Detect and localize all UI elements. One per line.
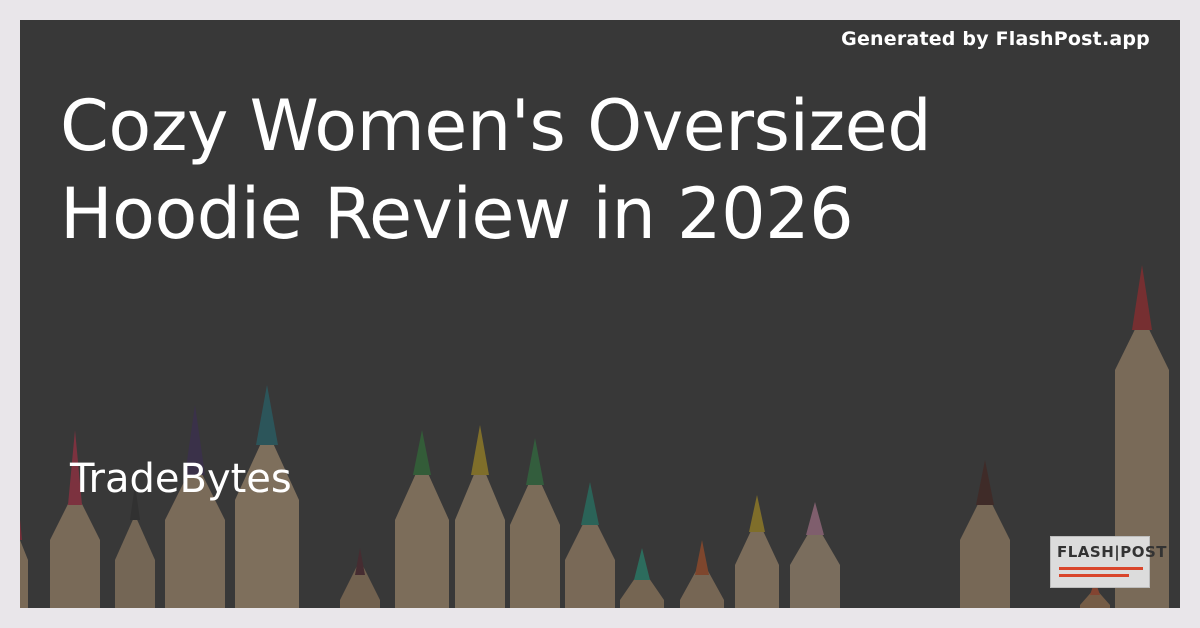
logo-accent-line — [1059, 567, 1143, 570]
flashpost-logo: FLASH|POST — [1050, 536, 1167, 588]
post-title: Cozy Women's Oversized Hoodie Review in … — [60, 85, 932, 255]
logo-accent-line — [1059, 574, 1129, 577]
post-card: Generated by FlashPost.app Cozy Women's … — [20, 20, 1180, 608]
flashpost-logo-text: FLASH|POST — [1057, 543, 1168, 561]
generated-by-label: Generated by FlashPost.app — [841, 28, 1150, 50]
author-name: TradeBytes — [70, 456, 292, 502]
